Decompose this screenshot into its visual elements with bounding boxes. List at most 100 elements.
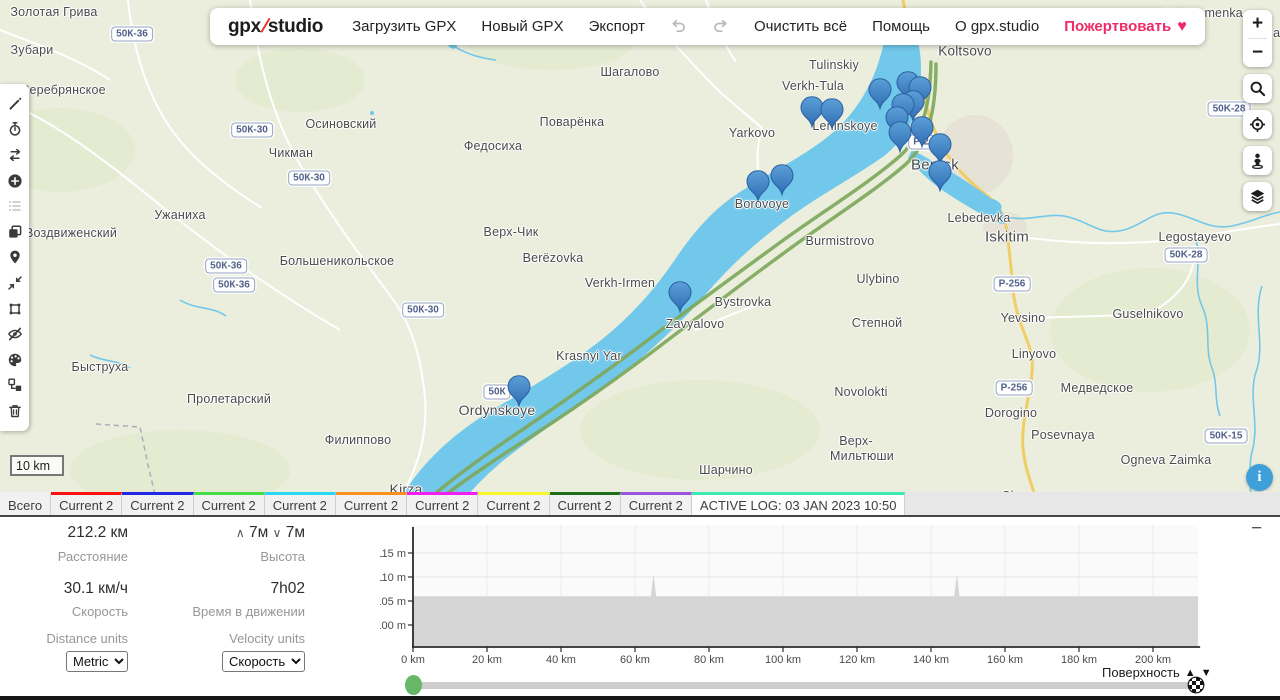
zoom-out-button[interactable]: −	[1243, 39, 1272, 67]
list-icon	[7, 198, 23, 214]
zoom-in-button[interactable]: +	[1243, 10, 1272, 38]
extract-track-button[interactable]	[0, 373, 29, 399]
trim-start-handle[interactable]	[405, 675, 422, 695]
map-label: Верх-	[839, 434, 873, 448]
gpx-studio-logo[interactable]: gpx/studio	[228, 16, 323, 38]
trim-slider-track[interactable]	[409, 682, 1196, 689]
tab-8-current-2[interactable]: Current 2	[550, 492, 621, 515]
map-label: Iskitim	[985, 229, 1029, 246]
attribution-info-button[interactable]: i	[1246, 464, 1273, 491]
velocity-units-select[interactable]: Скорость	[222, 651, 305, 672]
collapse-elevation-button[interactable]: −	[1251, 519, 1262, 538]
reduce-points-button[interactable]	[0, 270, 29, 296]
road-shield: 50К-36	[111, 27, 153, 42]
map-label: Степной	[852, 316, 903, 330]
svg-text:120 km: 120 km	[839, 654, 875, 666]
road-shield: 50К-36	[213, 278, 255, 293]
map-label: Verkh-Irmen	[585, 276, 655, 290]
tab-6-current-2[interactable]: Current 2	[407, 492, 478, 515]
heart-icon: ♥	[1177, 19, 1187, 35]
segments-list-button[interactable]	[0, 193, 29, 219]
reverse-icon	[7, 147, 23, 163]
map-label: Guselnikovo	[1113, 307, 1184, 321]
track-style-button[interactable]	[0, 347, 29, 373]
zoom-control: + −	[1243, 10, 1272, 67]
info-icon: i	[1257, 469, 1261, 485]
map-label: Legostayevo	[1158, 230, 1231, 244]
tab-7-current-2[interactable]: Current 2	[478, 492, 549, 515]
palette-icon	[7, 352, 23, 368]
merge-tracks-button[interactable]	[0, 168, 29, 194]
tab-1-current-2[interactable]: Current 2	[51, 492, 122, 515]
distance-units-select[interactable]: Metric	[66, 651, 128, 672]
top-navbar: gpx/studio Загрузить GPX Новый GPX Экспорт…	[210, 8, 1205, 45]
descent-icon: ∨	[273, 526, 282, 540]
edit-track-button[interactable]	[0, 91, 29, 117]
add-waypoint-button[interactable]	[0, 245, 29, 271]
reverse-track-button[interactable]	[0, 142, 29, 168]
nav-help[interactable]: Помощь	[872, 18, 930, 35]
nav-redo[interactable]	[712, 18, 729, 35]
nav-about[interactable]: О gpx.studio	[955, 18, 1039, 35]
road-shield: 50К	[483, 385, 510, 400]
elevation-chart[interactable]: 100 m105 m110 m115 m0 km20 km40 km60 km8…	[380, 517, 1280, 677]
street-view-button[interactable]	[1243, 146, 1272, 175]
crop-track-button[interactable]	[0, 296, 29, 322]
nav-export[interactable]: Экспорт	[589, 18, 645, 35]
search-button[interactable]	[1243, 74, 1272, 103]
road-shield: 50K-28	[1165, 248, 1208, 263]
svg-text:80 km: 80 km	[694, 654, 724, 666]
delete-track-button[interactable]	[0, 398, 29, 424]
map-canvas[interactable]: Золотая ГриваЗубариСеребрянскоеОсиновски…	[0, 0, 1280, 517]
svg-text:0 km: 0 km	[401, 654, 425, 666]
road-shield: 50К-36	[205, 259, 247, 274]
elevation-panel: 212.2 км ∧ 7м ∨ 7м Расстояние Высота 30.…	[0, 517, 1280, 696]
eye-slash-icon	[7, 326, 23, 342]
distance-label: Расстояние	[0, 549, 128, 564]
duplicate-track-button[interactable]	[0, 219, 29, 245]
svg-text:105 m: 105 m	[380, 596, 406, 608]
tab-0-всего[interactable]: Всего	[0, 492, 51, 515]
nav-new-gpx[interactable]: Новый GPX	[481, 18, 563, 35]
tab-3-current-2[interactable]: Current 2	[194, 492, 265, 515]
layers-icon	[1249, 188, 1266, 205]
tab-4-current-2[interactable]: Current 2	[265, 492, 336, 515]
map-label: Bystrovka	[715, 295, 772, 309]
moving-time-label: Время в движении	[150, 604, 305, 619]
nav-load-gpx[interactable]: Загрузить GPX	[352, 18, 456, 35]
map-label: Мильтюши	[830, 449, 894, 463]
tab-2-current-2[interactable]: Current 2	[122, 492, 193, 515]
road-shield: 50K-15	[1205, 429, 1248, 444]
map-label: Krasnyi Yar	[556, 349, 622, 363]
map-label: Tulinskiy	[809, 58, 859, 72]
map-scale: 10 km	[10, 455, 64, 476]
nav-clear-all[interactable]: Очистить всё	[754, 18, 847, 35]
road-shield: 50К-30	[402, 303, 444, 318]
timing-button[interactable]	[0, 117, 29, 143]
layers-button[interactable]	[1243, 182, 1272, 211]
map-label: Золотая Грива	[10, 5, 97, 19]
elevation-gain-loss-value: ∧ 7м ∨ 7м	[150, 524, 305, 542]
map-label: Шагалово	[600, 65, 659, 79]
tab-5-current-2[interactable]: Current 2	[336, 492, 407, 515]
map-label: Филиппово	[325, 433, 392, 447]
trim-end-flag-icon[interactable]	[1187, 676, 1205, 694]
tab-9-current-2[interactable]: Current 2	[621, 492, 692, 515]
pin-icon	[7, 249, 23, 265]
search-icon	[1249, 80, 1266, 97]
map-scale-label: 10 km	[16, 459, 50, 473]
svg-text:100 m: 100 m	[380, 620, 406, 632]
svg-text:160 km: 160 km	[987, 654, 1023, 666]
map-label: Borovoye	[735, 197, 789, 211]
geolocate-button[interactable]	[1243, 110, 1272, 139]
checkered-flag-icon	[1187, 676, 1205, 694]
tab-active-log[interactable]: ACTIVE LOG: 03 JAN 2023 10:50	[692, 492, 906, 515]
hide-track-button[interactable]	[0, 321, 29, 347]
copy-icon	[7, 224, 23, 240]
streetview-icon	[1249, 152, 1266, 169]
nav-donate[interactable]: Пожертвовать♥	[1064, 18, 1186, 35]
nav-undo[interactable]	[670, 18, 687, 35]
svg-text:140 km: 140 km	[913, 654, 949, 666]
road-shield: 50К-30	[288, 171, 330, 186]
road-shield: P-256	[994, 277, 1031, 292]
